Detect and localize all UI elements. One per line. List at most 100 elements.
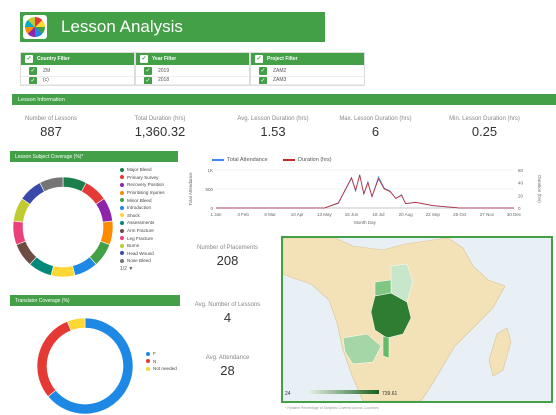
- filter-option-label: ZAM3: [273, 77, 287, 83]
- legend-label: Arm Fracture: [127, 228, 154, 234]
- filter-option-label: 2018: [158, 77, 170, 83]
- subject-legend-item[interactable]: Burns: [120, 242, 165, 250]
- translator-donut-chart: [36, 317, 134, 415]
- stat-value: 28: [220, 363, 235, 378]
- legend-dot: [120, 236, 124, 241]
- y-axis-label: Total Attendance: [188, 172, 193, 206]
- checkbox-icon[interactable]: ✓: [255, 55, 263, 63]
- checkbox-icon[interactable]: ✓: [29, 77, 37, 84]
- checkbox-icon[interactable]: ✓: [140, 55, 148, 63]
- filter-option[interactable]: ✓ ZAM3: [251, 77, 364, 85]
- translator-legend-item[interactable]: F: [146, 350, 177, 358]
- legend-label: Burns: [127, 243, 140, 249]
- legend-label: N: [153, 358, 157, 364]
- legend-label: Head Wound: [127, 250, 154, 256]
- legend-dot: [120, 213, 124, 218]
- subject-legend-item[interactable]: Prioritising Injuries: [120, 189, 165, 197]
- stat-value: 4: [223, 310, 232, 325]
- kpi-min-duration: Min. Lesson Duration (hrs) 0.25: [437, 116, 532, 139]
- legend-duration[interactable]: Duration (hrs): [283, 157, 332, 163]
- subject-legend-item[interactable]: Arm Fracture: [120, 227, 165, 235]
- map-region-uganda[interactable]: [374, 279, 392, 297]
- x-tick-label: 20 Aug: [399, 212, 414, 217]
- series-line-duration: [216, 174, 514, 209]
- legend-dot: [120, 182, 124, 187]
- filter-header[interactable]: ✓ Project Filter: [251, 53, 364, 65]
- donut-segment[interactable]: [39, 176, 64, 192]
- subject-legend-item[interactable]: Introduction: [120, 204, 165, 212]
- stat-label: Avg. Attendance: [205, 355, 250, 361]
- country-filter[interactable]: ✓ Country Filter ✓ ZM ✓ (c): [20, 52, 135, 86]
- filter-header[interactable]: ✓ Year Filter: [136, 53, 249, 65]
- filter-option-label: 2019: [158, 67, 170, 74]
- legend-pager[interactable]: 1/2 ▼: [120, 266, 165, 272]
- filter-header[interactable]: ✓ Country Filter: [21, 53, 134, 65]
- filter-option[interactable]: ✓ 2018: [136, 77, 249, 85]
- geo-map[interactable]: 24 739.61: [281, 236, 553, 403]
- legend-total-attendance[interactable]: Total Attendance: [212, 157, 268, 163]
- subject-legend-item[interactable]: Major Bleed: [120, 166, 165, 174]
- subject-legend-item[interactable]: Shock: [120, 212, 165, 220]
- kpi-label: Avg. Lesson Duration (hrs): [237, 116, 309, 122]
- map-color-scale: [307, 390, 379, 394]
- legend-label: Introduction: [127, 205, 152, 211]
- checkbox-icon[interactable]: ✓: [29, 66, 37, 75]
- donut-segment[interactable]: [21, 182, 45, 205]
- filter-option-label: ZAM2: [273, 67, 287, 74]
- x-tick-label: 15 Jun: [345, 212, 359, 217]
- y-tick-label: 1K: [207, 168, 213, 173]
- x-tick-label: 10 Apr: [291, 212, 305, 217]
- checkbox-icon[interactable]: ✓: [144, 66, 152, 75]
- filter-option[interactable]: ✓ ZM: [21, 65, 134, 77]
- map-region-malawi[interactable]: [382, 335, 390, 359]
- subject-legend-item[interactable]: Minor Bleed: [120, 196, 165, 204]
- legend-label: Prioritising Injuries: [127, 190, 165, 196]
- kpi-label: Max. Lesson Duration (hrs): [339, 116, 412, 122]
- checkbox-icon[interactable]: ✓: [25, 55, 33, 63]
- x-tick-label: 22 Sep: [426, 212, 441, 217]
- filter-option[interactable]: ✓ (c): [21, 77, 134, 85]
- x-tick-label: 3 Feb: [237, 212, 249, 217]
- donut-segment[interactable]: [36, 320, 72, 398]
- legend-label: Assessments: [127, 220, 155, 226]
- legend-label: Recovery Position: [127, 182, 165, 188]
- legend-dot: [120, 175, 124, 180]
- legend-label: Primary Survey: [127, 174, 159, 180]
- translator-legend-item[interactable]: N: [146, 358, 177, 366]
- donut-segment[interactable]: [50, 265, 76, 278]
- checkbox-icon[interactable]: ✓: [144, 77, 152, 84]
- donut-segment[interactable]: [100, 220, 114, 246]
- x-tick-label: 25 Oct: [453, 212, 467, 217]
- filter-option[interactable]: ✓ ZAM2: [251, 65, 364, 77]
- checkbox-icon[interactable]: ✓: [259, 66, 267, 75]
- filter-label: Year Filter: [152, 56, 177, 62]
- subject-legend-item[interactable]: Nose Bleed: [120, 257, 165, 265]
- x-tick-label: 1 Jan: [210, 212, 222, 217]
- y-tick-label: 500: [205, 187, 213, 192]
- subject-legend-item[interactable]: Assessments: [120, 219, 165, 227]
- map-canvas[interactable]: 24 739.61: [283, 238, 551, 401]
- translator-legend-item[interactable]: Not needed: [146, 365, 177, 373]
- year-filter[interactable]: ✓ Year Filter ✓ 2019 ✓ 2018: [135, 52, 250, 86]
- stat-avg-lessons: Avg. Number of Lessons 4: [185, 302, 270, 325]
- legend-label: Leg Fracture: [127, 235, 154, 241]
- stat-label: Avg. Number of Lessons: [194, 302, 261, 308]
- section-header-lesson-info: Lesson Information: [12, 94, 556, 105]
- donut-segment[interactable]: [12, 220, 26, 246]
- legend-dot: [120, 167, 124, 172]
- subject-legend-item[interactable]: Head Wound: [120, 250, 165, 258]
- kpi-label: Total Duration (hrs): [134, 116, 186, 122]
- kpi-label: Min. Lesson Duration (hrs): [449, 116, 520, 122]
- subject-legend-item[interactable]: Recovery Position: [120, 181, 165, 189]
- subject-legend-item[interactable]: Leg Fracture: [120, 234, 165, 242]
- x-tick-label: 30 Dec: [507, 212, 522, 217]
- subject-legend-item[interactable]: Primary Survey: [120, 174, 165, 182]
- project-filter[interactable]: ✓ Project Filter ✓ ZAM2 ✓ ZAM3: [250, 52, 365, 86]
- legend-dot: [120, 228, 124, 233]
- donut-segment[interactable]: [66, 317, 86, 332]
- filter-option[interactable]: ✓ 2019: [136, 65, 249, 77]
- y-right-tick-label: 20: [518, 193, 524, 198]
- stat-number-of-placements: Number of Placements 208: [185, 245, 270, 268]
- x-tick-label: 18 Jul: [373, 212, 385, 217]
- checkbox-icon[interactable]: ✓: [259, 77, 267, 84]
